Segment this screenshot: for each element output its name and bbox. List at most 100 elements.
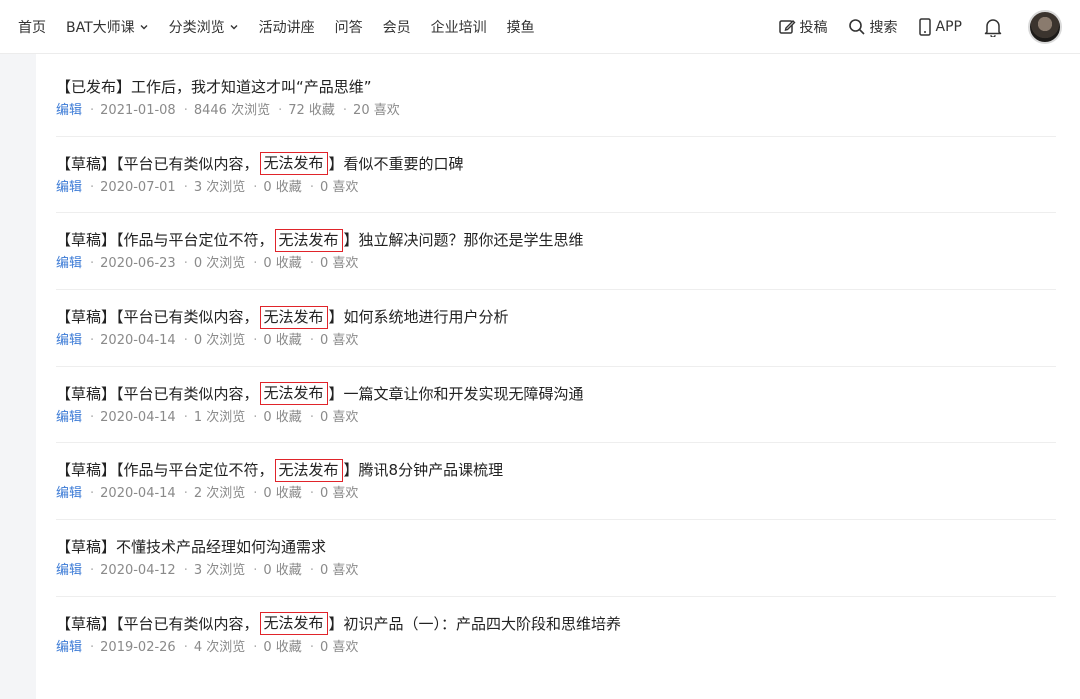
separator-dot: ·: [253, 179, 258, 195]
article-meta: 编辑 · 2020-04-14 · 1 次浏览 · 0 收藏 · 0 喜欢: [56, 408, 1056, 428]
header-actions: 投稿 搜索 APP: [758, 9, 1080, 44]
article-title-prefix: 【已发布】: [56, 78, 132, 96]
chevron-down-icon: [140, 24, 148, 29]
article-date: 2020-07-01: [100, 179, 176, 195]
separator-dot: ·: [309, 333, 314, 349]
article-favorites: 0 收藏: [263, 179, 302, 195]
list-item: 【草稿】【作品与平台定位不符， 无法发布 】独立解决问题？那你还是学生思维 编辑 · 2…: [56, 213, 1056, 291]
user-avatar[interactable]: [1028, 9, 1062, 44]
article-likes: 20 喜欢: [353, 103, 400, 118]
nav-enterprise-label: 企业培训: [430, 19, 487, 36]
separator-dot: ·: [309, 256, 314, 272]
article-meta: 编辑 · 2021-01-08 · 8446 次浏览 · 72 收藏 · 20 喜欢: [56, 101, 1056, 121]
list-item: 【草稿】【平台已有类似内容， 无法发布 】一篇文章让你和开发实现无障碍沟通 编辑 · 2…: [56, 367, 1056, 444]
article-title-suffix: 】看似不重要的口碑: [328, 154, 464, 173]
main-nav: 首页 BAT大师课 分类浏览 活动讲座 问答 会员 企业培训 摸鱼: [0, 17, 555, 37]
submit-article-button[interactable]: 投稿: [778, 17, 828, 37]
list-item: 【草稿】【作品与平台定位不符， 无法发布 】腾讯8分钟产品课梳理 编辑 · 2020-0…: [56, 443, 1056, 521]
article-title[interactable]: 【草稿】【平台已有类似内容， 无法发布 】一篇文章让你和开发实现无障碍沟通: [56, 381, 1056, 407]
app-download-button[interactable]: APP: [918, 17, 962, 36]
edit-link[interactable]: 编辑: [56, 331, 82, 351]
article-title-suffix: 】一篇文章让你和开发实现无障碍沟通: [328, 384, 584, 403]
notifications-button[interactable]: [984, 17, 1002, 37]
top-navigation-bar: 首页 BAT大师课 分类浏览 活动讲座 问答 会员 企业培训 摸鱼 投稿 搜索 …: [0, 0, 1080, 54]
article-title[interactable]: 【草稿】【平台已有类似内容， 无法发布 】如何系统地进行用户分析: [56, 304, 1056, 330]
list-item: 【已发布】 工作后，我才知道这才叫“产品思维” 编辑 · 2021-01-08 · 844…: [56, 60, 1056, 137]
edit-link[interactable]: 编辑: [56, 178, 82, 198]
nav-bat-label: BAT大师课: [66, 19, 135, 36]
nav-qa[interactable]: 问答: [335, 17, 363, 37]
article-views: 3 次浏览: [193, 563, 246, 579]
search-label: 搜索: [869, 19, 898, 36]
article-title-prefix: 【草稿】【平台已有类似内容，: [56, 154, 259, 173]
list-item: 【草稿】【平台已有类似内容， 无法发布 】如何系统地进行用户分析 编辑 · 2020-0…: [56, 290, 1056, 367]
separator-dot: ·: [253, 563, 258, 579]
article-views: 0 次浏览: [193, 333, 246, 349]
article-meta: 编辑 · 2020-06-23 · 0 次浏览 · 0 收藏 · 0 喜欢: [56, 254, 1056, 274]
article-title-prefix: 【草稿】: [56, 538, 117, 557]
list-item: 【草稿】【平台已有类似内容， 无法发布 】看似不重要的口碑 编辑 · 2020-07-0…: [56, 137, 1056, 214]
chevron-down-icon: [230, 24, 238, 29]
separator-dot: ·: [253, 256, 258, 272]
separator-dot: ·: [342, 103, 348, 118]
separator-dot: ·: [90, 179, 95, 195]
separator-dot: ·: [253, 639, 258, 655]
article-meta: 编辑 · 2020-04-14 · 2 次浏览 · 0 收藏 · 0 喜欢: [56, 484, 1056, 504]
article-favorites: 72 收藏: [288, 103, 335, 118]
article-title[interactable]: 【已发布】 工作后，我才知道这才叫“产品思维”: [56, 74, 1056, 100]
article-meta: 编辑 · 2020-04-14 · 0 次浏览 · 0 收藏 · 0 喜欢: [56, 331, 1056, 351]
nav-category-label: 分类浏览: [168, 19, 225, 36]
edit-link[interactable]: 编辑: [56, 101, 82, 121]
article-title[interactable]: 【草稿】 不懂技术产品经理如何沟通需求: [56, 534, 1056, 560]
nav-moyu[interactable]: 摸鱼: [507, 17, 535, 37]
edit-link[interactable]: 编辑: [56, 408, 82, 428]
separator-dot: ·: [278, 103, 283, 118]
article-title[interactable]: 【草稿】【平台已有类似内容， 无法发布 】初识产品（一）：产品四大阶段和思维培养: [56, 611, 1056, 637]
separator-dot: ·: [309, 409, 314, 425]
article-favorites: 0 收藏: [263, 409, 302, 425]
article-date: 2021-01-08: [100, 103, 176, 118]
nav-enterprise-training[interactable]: 企业培训: [431, 17, 487, 37]
article-date: 2019-02-26: [100, 639, 176, 655]
article-likes: 0 喜欢: [319, 333, 359, 349]
article-title-suffix: 】如何系统地进行用户分析: [328, 308, 509, 327]
article-title[interactable]: 【草稿】【作品与平台定位不符， 无法发布 】独立解决问题？那你还是学生思维: [56, 227, 1056, 253]
separator-dot: ·: [183, 256, 188, 272]
nav-membership[interactable]: 会员: [383, 17, 411, 37]
article-date: 2020-06-23: [100, 256, 176, 272]
separator-dot: ·: [90, 409, 95, 425]
article-likes: 0 喜欢: [319, 256, 359, 272]
separator-dot: ·: [183, 563, 188, 579]
nav-category-browse[interactable]: 分类浏览: [169, 17, 239, 37]
separator-dot: ·: [90, 563, 95, 579]
separator-dot: ·: [183, 486, 188, 502]
rejected-badge: 无法发布: [274, 228, 343, 252]
article-favorites: 0 收藏: [263, 639, 302, 655]
article-likes: 0 喜欢: [319, 563, 359, 579]
article-favorites: 0 收藏: [263, 563, 302, 579]
edit-link[interactable]: 编辑: [56, 254, 82, 274]
separator-dot: ·: [253, 486, 258, 502]
edit-icon: [778, 19, 796, 34]
separator-dot: ·: [90, 639, 95, 655]
separator-dot: ·: [309, 179, 314, 195]
mobile-phone-icon: [918, 17, 931, 36]
edit-link[interactable]: 编辑: [56, 561, 82, 581]
article-title[interactable]: 【草稿】【平台已有类似内容， 无法发布 】看似不重要的口碑: [56, 151, 1056, 177]
article-likes: 0 喜欢: [319, 409, 359, 425]
article-views: 4 次浏览: [193, 639, 246, 655]
list-item: 【草稿】 不懂技术产品经理如何沟通需求 编辑 · 2020-04-12 · 3 次浏览 · 0…: [56, 520, 1056, 597]
nav-bat-masterclass[interactable]: BAT大师课: [66, 17, 149, 37]
edit-link[interactable]: 编辑: [56, 484, 82, 504]
nav-events[interactable]: 活动讲座: [259, 17, 315, 37]
article-title[interactable]: 【草稿】【作品与平台定位不符， 无法发布 】腾讯8分钟产品课梳理: [56, 457, 1056, 483]
article-title-suffix: 】腾讯8分钟产品课梳理: [343, 461, 504, 480]
separator-dot: ·: [90, 103, 95, 118]
nav-home[interactable]: 首页: [18, 17, 46, 37]
search-button[interactable]: 搜索: [848, 17, 898, 37]
article-date: 2020-04-12: [100, 563, 176, 579]
nav-moyu-label: 摸鱼: [506, 19, 535, 36]
edit-link[interactable]: 编辑: [56, 638, 82, 658]
rejected-badge: 无法发布: [259, 305, 328, 329]
article-favorites: 0 收藏: [263, 256, 302, 272]
